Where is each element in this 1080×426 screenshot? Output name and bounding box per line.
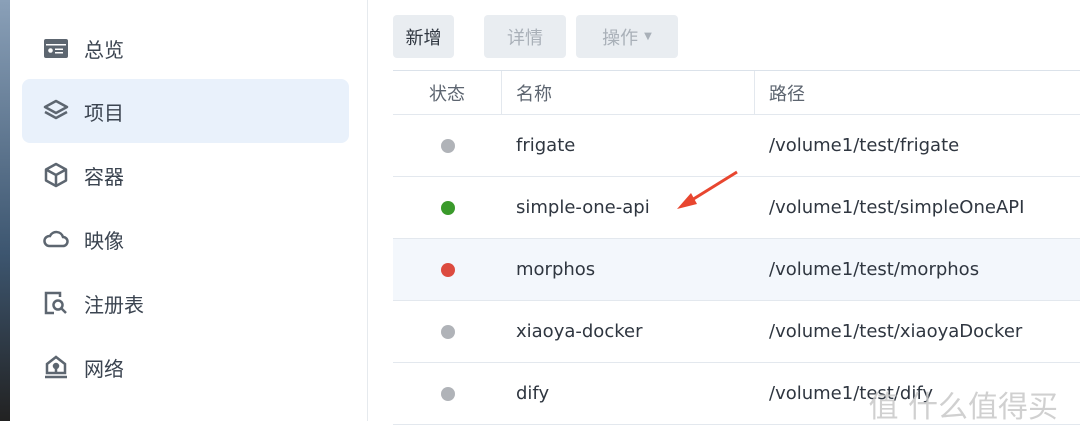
- overview-card-icon: [44, 39, 68, 58]
- status-dot-icon: [440, 262, 455, 277]
- name-cell: morphos: [516, 259, 596, 280]
- layers-icon: [43, 99, 69, 120]
- caret-down-icon: ▼: [644, 31, 652, 42]
- sidebar-item-projects[interactable]: 项目: [22, 79, 349, 143]
- status-cell: [393, 177, 502, 238]
- sidebar-item-overview[interactable]: 总览: [22, 16, 349, 80]
- name-cell: dify: [516, 383, 550, 404]
- sidebar-item-label: 映像: [84, 228, 124, 253]
- status-dot-icon: [440, 324, 455, 339]
- table-header: 状态 名称 路径: [393, 70, 1080, 115]
- network-house-icon: [45, 355, 67, 379]
- path-cell: /volume1/test/simpleOneAPI: [769, 197, 1025, 218]
- column-path[interactable]: 路径: [755, 71, 1080, 114]
- status-cell: [393, 115, 502, 176]
- name-cell: xiaoya-docker: [516, 321, 643, 342]
- table-row[interactable]: xiaoya-docker /volume1/test/xiaoyaDocker: [393, 301, 1080, 363]
- cloud-icon: [43, 230, 69, 248]
- sidebar-item-label: 网络: [84, 356, 124, 381]
- sidebar-item-label: 容器: [84, 164, 124, 189]
- add-button[interactable]: 新增: [393, 15, 454, 58]
- annotation-arrow: [677, 170, 738, 209]
- status-dot-icon: [440, 200, 455, 215]
- sidebar-item-label: 总览: [84, 37, 124, 62]
- cube-icon: [44, 162, 68, 188]
- sidebar-item-label: 项目: [84, 100, 124, 125]
- status-dot-icon: [440, 138, 455, 153]
- status-cell: [393, 301, 502, 362]
- sidebar-item-images[interactable]: 映像: [22, 207, 349, 271]
- sidebar-item-network[interactable]: 网络: [22, 335, 349, 399]
- path-cell: /volume1/test/morphos: [769, 259, 980, 280]
- path-cell: /volume1/test/frigate: [769, 135, 960, 156]
- column-status[interactable]: 状态: [393, 71, 502, 114]
- main-content: 新增 详情 操作 ▼ 状态 名称 路径 frigate /volume1/test…: [369, 0, 1080, 425]
- registry-search-icon: [44, 291, 67, 315]
- status-cell: [393, 363, 502, 424]
- status-dot-icon: [440, 386, 455, 401]
- sidebar: 总览 项目 容器 映像 注册表 网络: [10, 0, 368, 421]
- watermark: 值 什么值得买: [868, 390, 1058, 425]
- column-name[interactable]: 名称: [502, 71, 755, 114]
- sidebar-item-containers[interactable]: 容器: [22, 143, 349, 207]
- status-cell: [393, 239, 502, 300]
- action-label: 操作: [602, 27, 639, 49]
- sidebar-item-registry[interactable]: 注册表: [22, 271, 349, 335]
- details-button[interactable]: 详情: [484, 15, 566, 58]
- path-cell: /volume1/test/xiaoyaDocker: [769, 321, 1023, 342]
- sidebar-item-label: 注册表: [84, 292, 144, 317]
- desktop-background: [0, 0, 10, 421]
- action-dropdown[interactable]: 操作 ▼: [576, 15, 678, 58]
- table-row[interactable]: morphos /volume1/test/morphos: [393, 239, 1080, 301]
